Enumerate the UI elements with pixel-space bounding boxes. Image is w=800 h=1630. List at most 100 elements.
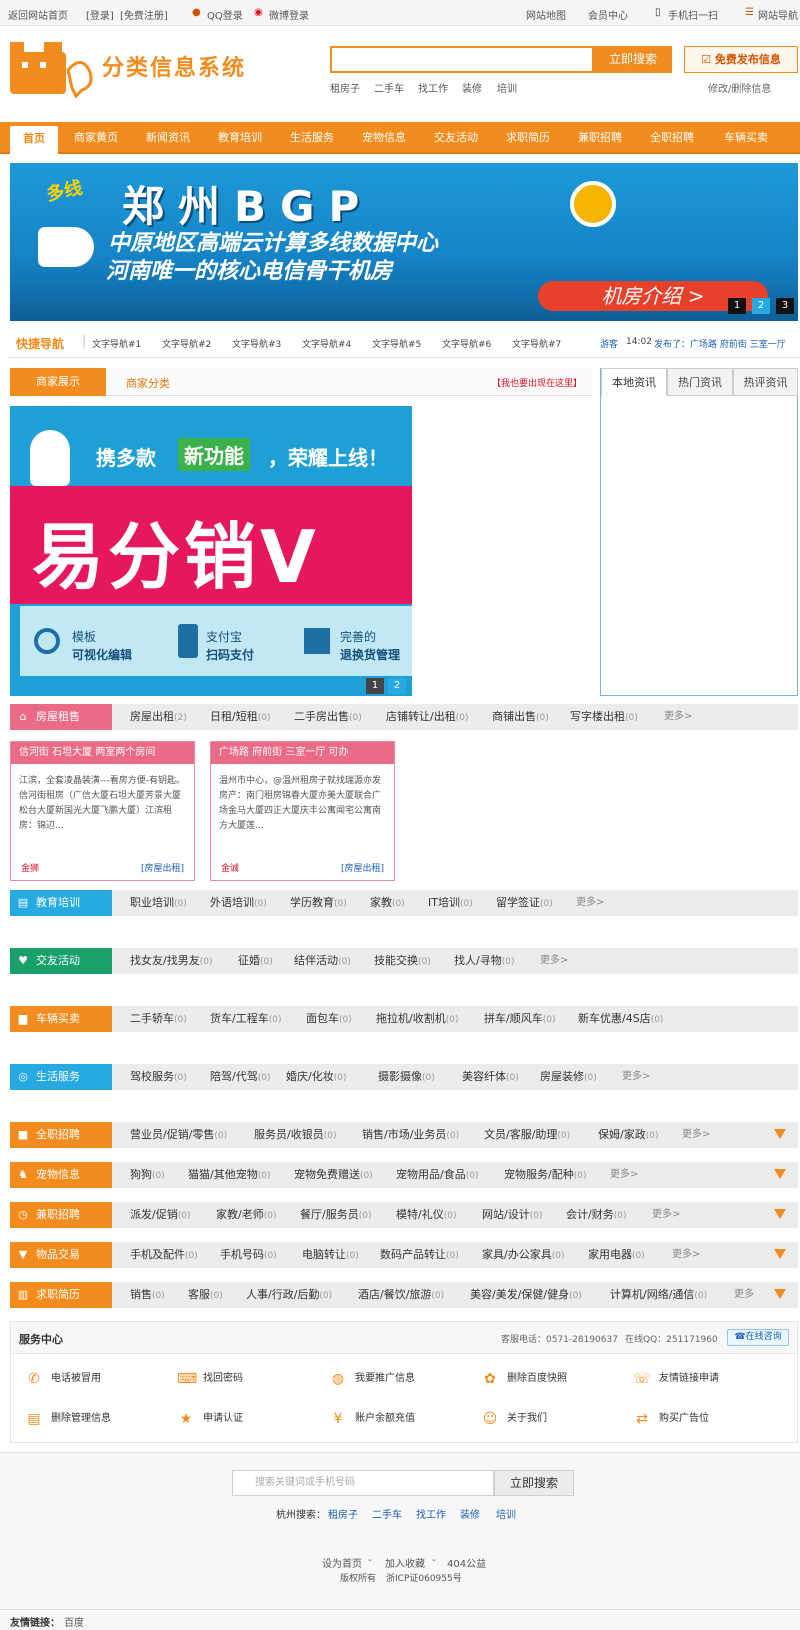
category-link[interactable]: 技能交换(0): [374, 948, 431, 975]
hotword-link[interactable]: 租房子: [330, 80, 360, 95]
category-label[interactable]: ♞ 宠物信息: [10, 1162, 112, 1188]
quick-nav-item[interactable]: 文字导航#2: [162, 337, 211, 350]
category-link[interactable]: 数码产品转让(0): [380, 1242, 459, 1269]
category-link[interactable]: 酒店/餐饮/旅游(0): [358, 1282, 444, 1309]
banner-page-1[interactable]: 1: [728, 298, 746, 314]
more-link[interactable]: 更多: [734, 1282, 754, 1308]
category-link[interactable]: 日租/短租(0): [210, 704, 270, 731]
category-link[interactable]: 征婚(0): [238, 948, 273, 975]
category-link[interactable]: 结伴活动(0): [294, 948, 351, 975]
category-link[interactable]: 模特/礼仪(0): [396, 1202, 456, 1229]
tab-merchant-category[interactable]: 商家分类: [126, 375, 170, 391]
category-link[interactable]: 房屋出租(2): [130, 704, 187, 731]
site-nav-link[interactable]: 网站导航: [758, 7, 798, 22]
expand-arrow-icon[interactable]: [774, 1249, 786, 1259]
service-item[interactable]: ◍ 我要推广信息: [329, 1370, 415, 1388]
nav-item-merchants[interactable]: 商家黄页: [64, 122, 128, 154]
nav-item-resume[interactable]: 求职简历: [496, 122, 560, 154]
nav-item-news[interactable]: 新闻资讯: [136, 122, 200, 154]
listing-tag[interactable]: [房屋出租]: [341, 861, 384, 874]
category-link[interactable]: 手机及配件(0): [130, 1242, 198, 1269]
category-link[interactable]: 商铺出售(0): [492, 704, 549, 731]
footer-hotword[interactable]: 装修: [460, 1506, 480, 1521]
category-link[interactable]: 店铺转让/出租(0): [386, 704, 468, 731]
expand-arrow-icon[interactable]: [774, 1289, 786, 1299]
category-link[interactable]: IT培训(0): [428, 890, 473, 917]
mobile-scan-link[interactable]: 手机扫一扫: [668, 7, 718, 22]
more-link[interactable]: 更多>: [622, 1064, 650, 1090]
tab-comment-news[interactable]: 热评资讯: [733, 368, 798, 396]
footer-hotword[interactable]: 培训: [496, 1506, 516, 1521]
post-info-button[interactable]: ☑ 免费发布信息: [684, 46, 798, 73]
category-link[interactable]: 摄影摄像(0): [378, 1064, 435, 1091]
nav-item-cars[interactable]: 车辆买卖: [712, 122, 780, 154]
category-link[interactable]: 家具/办公家具(0): [482, 1242, 564, 1269]
category-link[interactable]: 销售(0): [130, 1282, 165, 1309]
sitemap-link[interactable]: 网站地图: [526, 7, 566, 22]
hotword-link[interactable]: 装修: [462, 80, 482, 95]
service-item[interactable]: ★ 申请认证: [177, 1410, 243, 1428]
nav-item-pets[interactable]: 宠物信息: [352, 122, 416, 154]
category-label[interactable]: ♥ 交友活动: [10, 948, 112, 974]
category-link[interactable]: 宠物服务/配种(0): [504, 1162, 586, 1189]
more-link[interactable]: 更多>: [540, 948, 568, 974]
register-link[interactable]: [免费注册]: [120, 7, 168, 22]
category-link[interactable]: 拖拉机/收割机(0): [376, 1006, 458, 1033]
category-link[interactable]: 面包车(0): [306, 1006, 352, 1033]
charity-404-link[interactable]: 404公益: [447, 1555, 486, 1570]
category-link[interactable]: 网站/设计(0): [482, 1202, 542, 1229]
category-label[interactable]: ◷ 兼职招聘: [10, 1202, 112, 1228]
listing-title[interactable]: 广场路 府前街 三室一厅 可办: [211, 742, 394, 764]
category-link[interactable]: 美容/美发/保健/健身(0): [470, 1282, 582, 1309]
more-link[interactable]: 更多>: [652, 1202, 680, 1228]
category-link[interactable]: 派发/促销(0): [130, 1202, 190, 1229]
listing-card[interactable]: 广场路 府前街 三室一厅 可办 温州市中心，@温州租房子就找瑞源亦发房产：南门租…: [210, 741, 395, 881]
category-link[interactable]: 驾校服务(0): [130, 1064, 187, 1091]
hotword-link[interactable]: 培训: [497, 80, 517, 95]
more-link[interactable]: 更多>: [610, 1162, 638, 1188]
promo-page-2[interactable]: 2: [388, 678, 406, 694]
category-link[interactable]: 狗狗(0): [130, 1162, 165, 1189]
category-link[interactable]: 文员/客服/助理(0): [484, 1122, 570, 1149]
category-link[interactable]: 二手房出售(0): [294, 704, 362, 731]
category-link[interactable]: 二手轿车(0): [130, 1006, 187, 1033]
nav-item-dating[interactable]: 交友活动: [424, 122, 488, 154]
category-link[interactable]: 猫猫/其他宠物(0): [188, 1162, 270, 1189]
expand-arrow-icon[interactable]: [774, 1169, 786, 1179]
category-link[interactable]: 手机号码(0): [220, 1242, 277, 1269]
category-link[interactable]: 找人/寻物(0): [454, 948, 514, 975]
tab-hot-news[interactable]: 热门资讯: [667, 368, 733, 396]
category-link[interactable]: 拼车/顺风车(0): [484, 1006, 555, 1033]
nav-item-home[interactable]: 首页: [10, 126, 58, 154]
banner-page-2[interactable]: 2: [752, 298, 770, 314]
ticker-text[interactable]: 发布了：广场路 府前街 三室一厅: [654, 337, 786, 350]
listing-card[interactable]: 信河街 石坦大厦 两室两个房间 江滨，全套凌晶装潢---看房方便-有钥匙。信河街…: [10, 741, 195, 881]
category-link[interactable]: 会计/财务(0): [566, 1202, 626, 1229]
service-item[interactable]: ☏ 友情链接申请: [633, 1370, 719, 1388]
friend-link[interactable]: 百度: [64, 1614, 84, 1629]
hotword-link[interactable]: 找工作: [418, 80, 448, 95]
nav-item-life[interactable]: 生活服务: [280, 122, 344, 154]
search-input[interactable]: [330, 46, 594, 73]
nav-item-parttime[interactable]: 兼职招聘: [568, 122, 632, 154]
category-link[interactable]: 营业员/促销/零售(0): [130, 1122, 227, 1149]
site-logo[interactable]: 分类信息系统: [8, 40, 268, 99]
category-link[interactable]: 家教(0): [370, 890, 405, 917]
service-item[interactable]: ¥ 账户余额充值: [329, 1410, 415, 1428]
quick-nav-item[interactable]: 文字导航#7: [512, 337, 561, 350]
set-homepage-link[interactable]: 设为首页: [322, 1555, 362, 1570]
category-link[interactable]: 家用电器(0): [588, 1242, 645, 1269]
category-link[interactable]: 服务员/收银员(0): [254, 1122, 336, 1149]
category-label[interactable]: ▆ 车辆买卖: [10, 1006, 112, 1032]
footer-hotword[interactable]: 找工作: [416, 1506, 446, 1521]
tab-local-news[interactable]: 本地资讯: [601, 368, 667, 396]
tab-merchant-show[interactable]: 商家展示: [10, 368, 106, 396]
icp-link[interactable]: 浙ICP证060955号: [386, 1571, 462, 1584]
footer-search-button[interactable]: 立即搜索: [494, 1470, 574, 1496]
more-link[interactable]: 更多>: [682, 1122, 710, 1148]
nav-item-education[interactable]: 教育培训: [208, 122, 272, 154]
more-link[interactable]: 更多>: [672, 1242, 700, 1268]
more-link[interactable]: 更多>: [664, 704, 692, 730]
member-center-link[interactable]: 会员中心: [588, 7, 628, 22]
home-link[interactable]: 返回网站首页: [8, 7, 68, 22]
